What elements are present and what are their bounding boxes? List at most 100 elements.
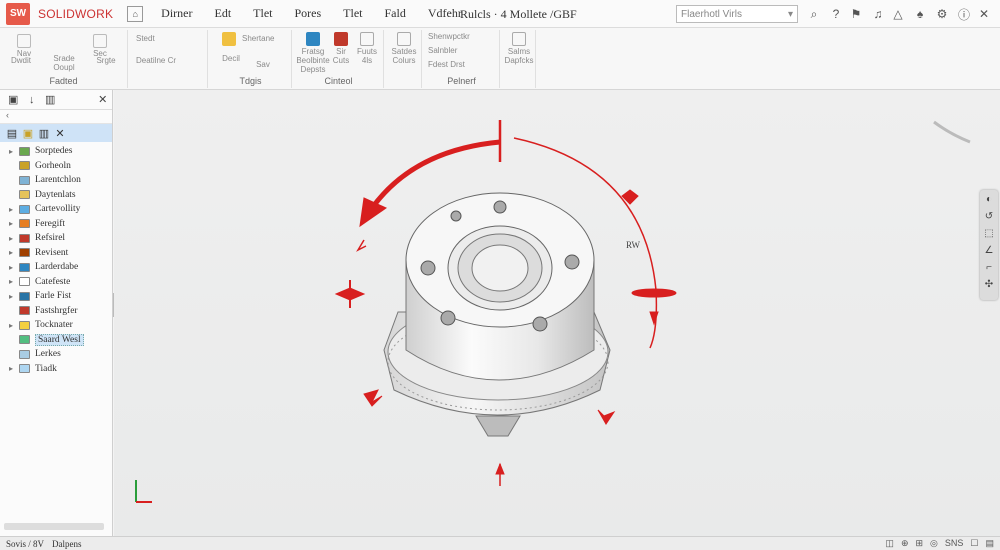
tree-node-label: Cartevollity — [35, 204, 81, 215]
expand-chevron-icon[interactable]: ▸ — [6, 248, 16, 257]
ribbon-button-fratsg[interactable]: Fratsg Beolbinte Depsts — [296, 32, 330, 74]
menu-bar: Dirner Edt Tlet Pores Tlet Fald Vdfehr — [161, 6, 484, 21]
ribbon-button-shenwpctkr[interactable]: Shenwpctkr — [428, 32, 498, 41]
tree-node[interactable]: ▸ Revisent — [0, 246, 112, 261]
expand-chevron-icon[interactable]: ▸ — [6, 219, 16, 228]
rotate-icon[interactable]: ↺ — [985, 211, 993, 228]
zoom-icon[interactable]: ◐ — [986, 194, 992, 211]
status-icon[interactable]: ☐ — [970, 538, 978, 549]
settings-icon — [93, 34, 107, 48]
tree-node[interactable]: Saard Wesl — [0, 333, 112, 348]
bell-icon[interactable]: ♫ — [870, 6, 886, 22]
measure-icon[interactable]: ⌐ — [986, 262, 992, 279]
tab-properties[interactable]: ↓ — [23, 94, 42, 106]
ribbon-button-sec[interactable]: Sec — [78, 34, 122, 58]
ribbon-group-label: Fadted — [49, 76, 78, 86]
menu-item[interactable]: Fald — [384, 6, 405, 21]
ribbon-button-nav[interactable]: Nav — [4, 34, 44, 58]
horizontal-scrollbar[interactable] — [4, 523, 104, 530]
tree-node[interactable]: ▸ Tocknater — [0, 318, 112, 333]
feature-icon — [19, 219, 30, 229]
menu-item[interactable]: Tlet — [253, 6, 272, 21]
app-logo: SW — [6, 2, 30, 25]
options-icon[interactable]: ♠ — [912, 6, 928, 22]
graphics-area[interactable]: RW ◐ ↺ ⬚ ∠ ⌐ ✣ — [114, 90, 1000, 536]
tree-filter[interactable]: ‹ — [0, 110, 112, 124]
section-view-icon[interactable]: ⬚ — [984, 228, 993, 245]
units-label[interactable]: SNS — [945, 538, 964, 549]
gear-icon[interactable]: ⚙ — [934, 6, 950, 22]
dimension-label: RW — [626, 240, 641, 250]
expand-chevron-icon[interactable]: ▸ — [6, 321, 16, 330]
chevron-down-icon[interactable]: ▾ — [788, 9, 793, 20]
tree-node[interactable]: ▸ Tiadk — [0, 362, 112, 377]
ribbon-group-cinteol: Fratsg Beolbinte Depsts Sir Cuts Fuuts 4… — [294, 30, 384, 88]
folder-icon[interactable]: ▣ — [20, 127, 36, 140]
tree-node[interactable]: Gorheoln — [0, 159, 112, 174]
tree-node[interactable]: Larentchlon — [0, 173, 112, 188]
tab-config[interactable]: ▥ — [41, 93, 60, 106]
tree-node-label: Larentchlon — [35, 175, 81, 186]
tree-node[interactable]: Lerkes — [0, 347, 112, 362]
ribbon-button-deatilne[interactable]: Deatilne Cr — [136, 56, 206, 65]
expand-chevron-icon[interactable]: ▸ — [6, 147, 16, 156]
ribbon-button-shertane[interactable]: Shertane — [242, 34, 290, 43]
status-icon[interactable]: ◫ — [885, 538, 894, 549]
help-icon[interactable]: ? — [828, 6, 844, 22]
tree-node[interactable]: ▸ Feregift — [0, 217, 112, 232]
warning-icon[interactable]: △ — [890, 6, 906, 22]
tree-node[interactable]: Fastshrgfer — [0, 304, 112, 319]
tree-node[interactable]: ▸ Sorptedes — [0, 144, 112, 159]
info-icon[interactable]: ⓘ — [956, 6, 972, 22]
ribbon-button-satdes[interactable]: Satdes Colurs — [388, 32, 420, 65]
ribbon-button-fdest[interactable]: Fdest Drst — [428, 60, 498, 69]
status-icon[interactable]: ◎ — [930, 538, 938, 549]
expand-chevron-icon[interactable]: ▸ — [6, 364, 16, 373]
tree-node[interactable]: ▸ Refsirel — [0, 231, 112, 246]
tree-node[interactable]: ▸ Catefeste — [0, 275, 112, 290]
ribbon-button-dwdit[interactable]: Dwdit — [2, 56, 40, 65]
expand-chevron-icon[interactable]: ▸ — [6, 234, 16, 243]
search-icon[interactable]: ⌕ — [806, 6, 822, 22]
menu-item[interactable]: Vdfehr — [428, 6, 462, 21]
tree-node[interactable]: ▸ Cartevollity — [0, 202, 112, 217]
ribbon-button-salnbler[interactable]: Salnbler — [428, 46, 498, 55]
ribbon-button-salms[interactable]: Salms Dapfcks — [504, 32, 534, 65]
ribbon-button-extrude[interactable] — [214, 32, 244, 47]
ribbon-button-stedt[interactable]: Stedt — [136, 34, 202, 43]
ribbon-button-fuuts[interactable]: Fuuts 4ls — [354, 32, 380, 65]
expand-chevron-icon[interactable]: ▸ — [6, 277, 16, 286]
menu-item[interactable]: Pores — [294, 6, 321, 21]
angle-icon[interactable]: ∠ — [985, 245, 994, 262]
menu-item[interactable]: Dirner — [161, 6, 192, 21]
menu-item[interactable]: Edt — [214, 6, 231, 21]
tab-feature-tree[interactable]: ▣ — [4, 93, 23, 106]
tree-node[interactable]: ▸ Larderdabe — [0, 260, 112, 275]
ribbon-button-sav[interactable]: Sav — [248, 60, 278, 69]
flag-icon[interactable]: ⚑ — [848, 6, 864, 22]
status-icon[interactable]: ⊕ — [901, 538, 909, 549]
delete-icon[interactable]: ✕ — [52, 127, 68, 140]
solidworks-window: SW SOLIDWORK ⌂ Dirner Edt Tlet Pores Tle… — [0, 0, 1000, 550]
search-input[interactable]: Flaerhotl Virls ▾ — [676, 5, 798, 23]
menu-item[interactable]: Tlet — [343, 6, 362, 21]
close-panel-icon[interactable]: ✕ — [94, 93, 113, 106]
move-icon[interactable]: ✣ — [985, 279, 993, 296]
feature-icon — [19, 233, 30, 243]
document-icon[interactable]: ▤ — [4, 127, 20, 140]
expand-chevron-icon[interactable]: ▸ — [6, 205, 16, 214]
status-icon[interactable]: ⊞ — [915, 538, 923, 549]
ribbon-button-decil[interactable]: Decil — [216, 54, 246, 63]
status-icon[interactable]: ▤ — [985, 538, 994, 549]
ribbon-button-srgte[interactable]: Srgte — [88, 56, 124, 65]
ribbon-button-sircuts[interactable]: Sir Cuts — [330, 32, 352, 65]
ribbon-button-srade[interactable]: Srade Ooupl — [44, 54, 84, 72]
expand-chevron-icon[interactable]: ▸ — [6, 263, 16, 272]
close-icon[interactable]: ✕ — [976, 6, 992, 22]
sheet-tab[interactable]: Dalpens — [52, 539, 82, 549]
settings-icon[interactable]: ▥ — [36, 127, 52, 140]
expand-chevron-icon[interactable]: ▸ — [6, 292, 16, 301]
tree-node[interactable]: ▸ Farle Fist — [0, 289, 112, 304]
tree-node[interactable]: Daytenlats — [0, 188, 112, 203]
home-icon[interactable]: ⌂ — [127, 5, 144, 22]
